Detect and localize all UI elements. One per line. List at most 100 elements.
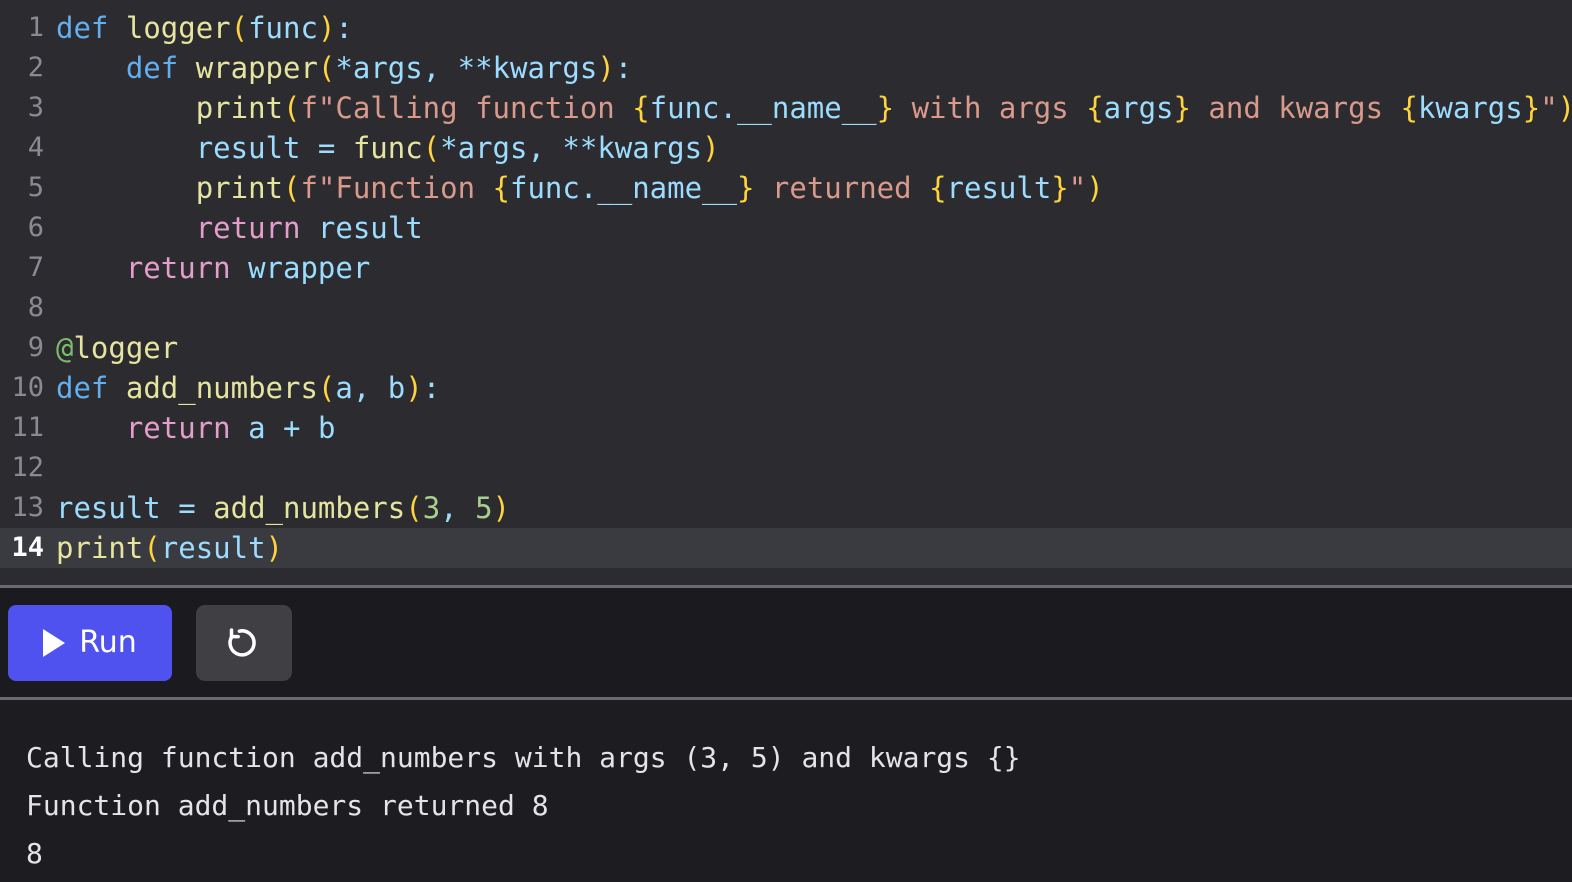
- line-number: 8: [27, 292, 44, 323]
- code-token: a: [335, 371, 353, 405]
- code-token: {: [492, 171, 510, 205]
- code-token: print: [195, 91, 283, 125]
- line-code[interactable]: print(f"Calling function {func.__name__}…: [44, 88, 1572, 128]
- line-code[interactable]: [44, 288, 1572, 328]
- code-token: @: [56, 331, 74, 365]
- code-token: ): [1086, 171, 1104, 205]
- code-token: def: [56, 11, 109, 45]
- code-line[interactable]: 14 print(result): [0, 528, 1572, 568]
- code-line[interactable]: 9 @logger: [0, 328, 1572, 368]
- code-token: kwargs: [1417, 91, 1523, 125]
- code-token: result: [195, 131, 301, 165]
- code-token: *: [335, 51, 353, 85]
- code-token: def: [125, 51, 179, 85]
- output-line: Function add_numbers returned 8: [26, 789, 549, 822]
- line-code[interactable]: def logger(func):: [44, 8, 1572, 48]
- code-token: logger: [73, 331, 179, 365]
- code-token: :: [422, 371, 441, 405]
- code-token: a: [248, 411, 266, 445]
- line-code[interactable]: result = add_numbers(3, 5): [44, 488, 1572, 528]
- line-number: 13: [11, 492, 44, 523]
- code-token: =: [300, 131, 353, 165]
- code-token: (: [143, 531, 161, 565]
- code-token: =: [160, 491, 214, 525]
- line-code[interactable]: print(result): [44, 528, 1572, 568]
- code-token: ,: [527, 131, 563, 165]
- line-number: 6: [27, 212, 44, 243]
- line-code[interactable]: @logger: [44, 328, 1572, 368]
- code-line[interactable]: 2 def wrapper(*args, **kwargs):: [0, 48, 1572, 88]
- code-token: {: [632, 91, 650, 125]
- code-token: result: [946, 171, 1052, 205]
- code-line[interactable]: 10 def add_numbers(a, b):: [0, 368, 1572, 408]
- run-button[interactable]: Run: [8, 604, 172, 681]
- line-number: 10: [11, 372, 44, 403]
- line-code[interactable]: return result: [44, 208, 1572, 248]
- code-token: func.__name__: [649, 91, 877, 125]
- code-token: **: [457, 51, 493, 85]
- code-lines-container[interactable]: 1 def logger(func): 2 def wrapper(*args, *…: [0, 0, 1572, 568]
- reset-icon: [228, 627, 256, 657]
- code-line[interactable]: 6 return result: [0, 208, 1572, 248]
- code-token: return: [125, 251, 231, 285]
- code-token: ,: [422, 51, 458, 85]
- line-code[interactable]: result = func(*args, **kwargs): [44, 128, 1572, 168]
- code-line[interactable]: 3 print(f"Calling function {func.__name_…: [0, 88, 1572, 128]
- code-line[interactable]: 11 return a + b: [0, 408, 1572, 448]
- code-line[interactable]: 12: [0, 448, 1572, 488]
- code-token: (: [317, 371, 336, 405]
- run-button-label: Run: [79, 625, 137, 660]
- line-code[interactable]: [44, 448, 1572, 488]
- code-token: def: [56, 371, 109, 405]
- line-number: 9: [27, 332, 44, 363]
- line-code[interactable]: return wrapper: [44, 248, 1572, 288]
- code-editor[interactable]: 1 def logger(func): 2 def wrapper(*args, *…: [0, 0, 1572, 588]
- code-token: return: [125, 411, 231, 445]
- code-token: *: [440, 131, 458, 165]
- code-line[interactable]: 7 return wrapper: [0, 248, 1572, 288]
- code-token: +: [265, 411, 318, 445]
- code-token: args: [352, 51, 423, 85]
- code-token: add_numbers: [125, 371, 318, 405]
- code-token: return: [195, 211, 301, 245]
- code-token: (: [230, 11, 249, 45]
- code-token: ): [265, 531, 284, 565]
- code-token: add_numbers: [213, 491, 406, 525]
- code-line[interactable]: 4 result = func(*args, **kwargs): [0, 128, 1572, 168]
- line-number: 11: [11, 412, 44, 443]
- code-token: **: [562, 131, 598, 165]
- code-line[interactable]: 8: [0, 288, 1572, 328]
- line-code[interactable]: return a + b: [44, 408, 1572, 448]
- code-token: }: [736, 171, 755, 205]
- code-token: f"Calling function: [300, 91, 633, 125]
- code-token: result: [56, 491, 161, 525]
- code-token: func: [248, 11, 318, 45]
- reset-button[interactable]: [196, 604, 292, 681]
- line-number: 7: [27, 252, 44, 283]
- play-icon: [43, 628, 66, 657]
- output-lines-container: Calling function add_numbers with args (…: [26, 734, 1546, 878]
- code-token: b: [387, 371, 406, 405]
- line-number: 4: [27, 132, 44, 163]
- code-token: ": [1068, 171, 1087, 205]
- code-playground: 1 def logger(func): 2 def wrapper(*args, *…: [0, 0, 1572, 882]
- line-code[interactable]: print(f"Function {func.__name__} returne…: [44, 168, 1572, 208]
- code-line[interactable]: 5 print(f"Function {func.__name__} retur…: [0, 168, 1572, 208]
- code-token: ): [405, 371, 423, 405]
- line-code[interactable]: def add_numbers(a, b):: [44, 368, 1572, 408]
- output-line: Calling function add_numbers with args (…: [26, 741, 1021, 774]
- code-line[interactable]: 13 result = add_numbers(3, 5): [0, 488, 1572, 528]
- code-token: ): [597, 51, 615, 85]
- line-code[interactable]: def wrapper(*args, **kwargs):: [44, 48, 1572, 88]
- code-line[interactable]: 1 def logger(func):: [0, 8, 1572, 48]
- code-token: print: [195, 171, 283, 205]
